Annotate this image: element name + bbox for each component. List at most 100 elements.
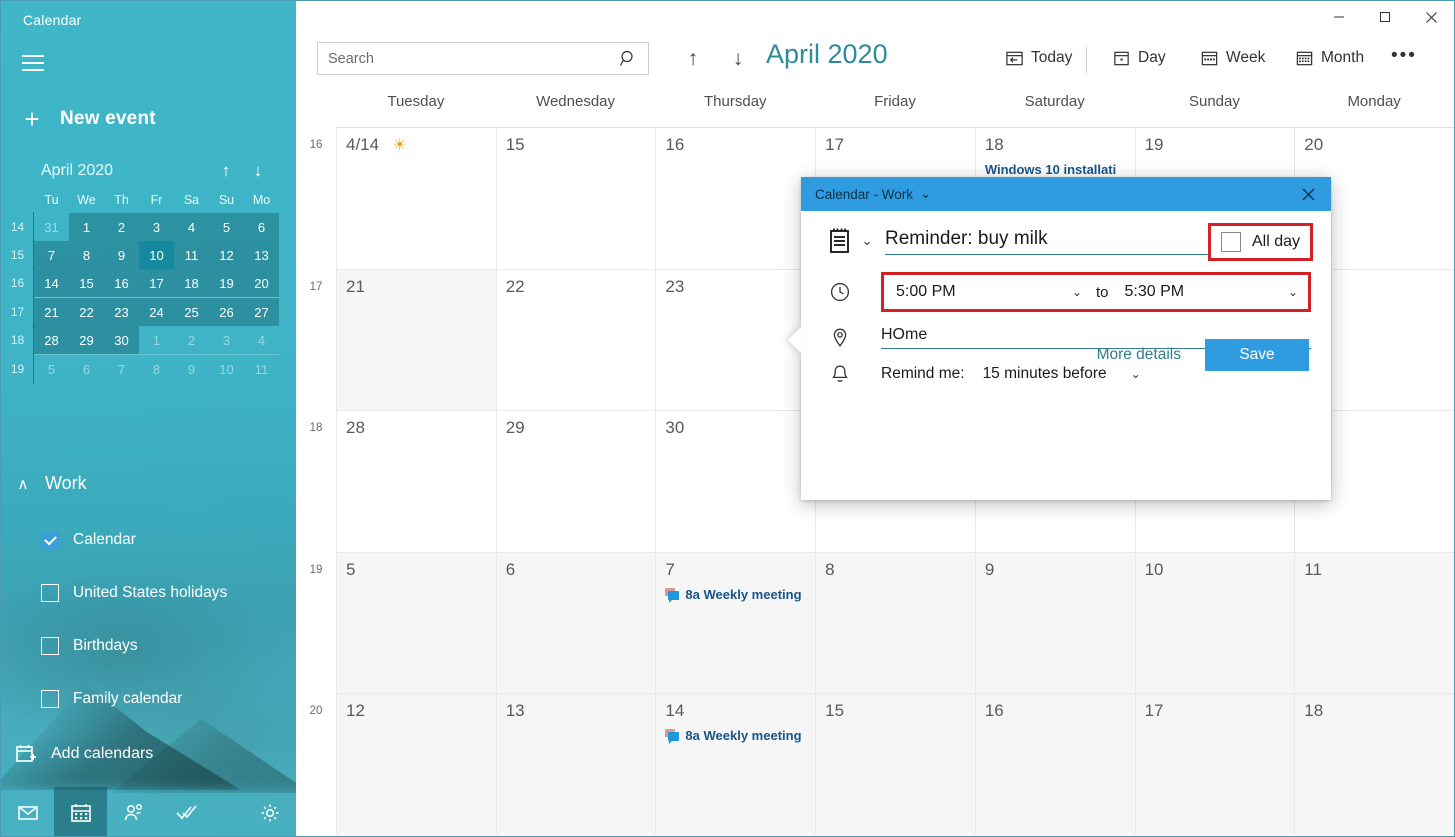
mini-calendar-day[interactable]: 6 (244, 213, 279, 241)
calendar-day-cell[interactable]: 15 (496, 127, 656, 269)
mini-calendar-day[interactable]: 1 (139, 326, 174, 354)
mini-calendar-day[interactable]: 10 (139, 241, 174, 269)
people-icon[interactable] (107, 787, 160, 837)
calendar-day-cell[interactable]: 17 (1135, 693, 1295, 835)
hamburger-menu-icon[interactable] (16, 47, 50, 79)
mini-calendar-day[interactable]: 9 (174, 355, 209, 383)
mini-calendar-next-icon[interactable]: ↓ (242, 161, 274, 181)
mini-calendar-day[interactable]: 2 (174, 326, 209, 354)
mini-calendar-day[interactable]: 15 (69, 269, 104, 297)
calendar-day-cell[interactable]: 16 (975, 693, 1135, 835)
search-box[interactable] (317, 42, 649, 75)
calendar-checkbox[interactable] (41, 584, 59, 602)
calendar-checkbox[interactable] (41, 531, 59, 549)
calendar-list-item[interactable]: Calendar (41, 531, 136, 549)
calendar-event[interactable]: Windows 10 installati (985, 162, 1126, 177)
mini-calendar-day[interactable]: 21 (34, 298, 69, 326)
mini-calendar-day[interactable]: 16 (104, 269, 139, 297)
calendar-day-cell[interactable]: 9 (975, 552, 1135, 694)
calendar-day-cell[interactable]: 22 (496, 269, 656, 411)
calendar-day-cell[interactable]: 30 (655, 410, 815, 552)
calendar-day-cell[interactable]: 15 (815, 693, 975, 835)
calendar-event[interactable]: 8a Weekly meeting (665, 587, 806, 602)
calendar-day-cell[interactable]: 29 (496, 410, 656, 552)
new-event-button[interactable]: + New event (14, 102, 164, 136)
mini-calendar-day[interactable]: 14 (34, 269, 69, 297)
close-icon[interactable] (1408, 1, 1454, 33)
mini-calendar-day[interactable]: 7 (104, 355, 139, 383)
calendar-day-cell[interactable]: 5 (336, 552, 496, 694)
calendar-list-item[interactable]: United States holidays (41, 584, 227, 602)
calendar-day-cell[interactable]: 78a Weekly meeting (655, 552, 815, 694)
dialog-close-button[interactable] (1285, 177, 1331, 211)
subject-type-chevron-icon[interactable]: ⌄ (853, 233, 881, 249)
mini-calendar-day[interactable]: 1 (69, 213, 104, 241)
view-month-button[interactable]: Month (1291, 43, 1368, 73)
mini-calendar-day[interactable]: 13 (244, 241, 279, 269)
mini-calendar-title[interactable]: April 2020 (41, 162, 210, 180)
mini-calendar-day[interactable]: 17 (139, 269, 174, 297)
start-time-dropdown[interactable]: 5:00 PM ⌄ (884, 275, 1092, 309)
mini-calendar-day[interactable]: 19 (209, 269, 244, 297)
mail-icon[interactable] (1, 787, 54, 837)
calendar-day-cell[interactable]: 16 (655, 127, 815, 269)
mini-calendar-day[interactable]: 4 (244, 326, 279, 354)
calendar-day-cell[interactable]: 4/14☀ (336, 127, 496, 269)
settings-icon[interactable] (243, 787, 296, 837)
calendar-day-cell[interactable]: 8 (815, 552, 975, 694)
mini-calendar-day[interactable]: 9 (104, 241, 139, 269)
mini-calendar-day[interactable]: 31 (34, 213, 69, 241)
maximize-icon[interactable] (1362, 1, 1408, 33)
more-details-link[interactable]: More details (1097, 346, 1181, 364)
search-input[interactable] (328, 51, 619, 67)
mini-calendar-day[interactable]: 6 (69, 355, 104, 383)
calendar-checkbox[interactable] (41, 637, 59, 655)
calendar-day-cell[interactable]: 13 (496, 693, 656, 835)
mini-calendar-day[interactable]: 18 (174, 269, 209, 297)
mini-calendar-day[interactable]: 11 (174, 241, 209, 269)
mini-calendar-day[interactable]: 3 (209, 326, 244, 354)
view-week-button[interactable]: Week (1196, 43, 1269, 73)
calendar-day-cell[interactable]: 12 (336, 693, 496, 835)
end-time-dropdown[interactable]: 5:30 PM ⌄ (1113, 275, 1308, 309)
mini-calendar-day[interactable]: 3 (139, 213, 174, 241)
mini-calendar-day[interactable]: 10 (209, 355, 244, 383)
todo-icon[interactable] (160, 787, 213, 837)
calendar-group-work[interactable]: ∧ Work (15, 473, 87, 494)
dialog-calendar-selector[interactable]: Calendar - Work ⌄ (815, 186, 931, 202)
minimize-icon[interactable] (1316, 1, 1362, 33)
mini-calendar-day[interactable]: 25 (174, 298, 209, 326)
search-icon[interactable] (619, 49, 638, 68)
calendar-day-cell[interactable]: 11 (1294, 552, 1454, 694)
mini-calendar-day[interactable]: 28 (34, 326, 69, 354)
overflow-menu-icon[interactable]: ••• (1391, 45, 1417, 67)
calendar-checkbox[interactable] (41, 690, 59, 708)
calendar-day-cell[interactable]: 148a Weekly meeting (655, 693, 815, 835)
mini-calendar-day[interactable]: 8 (139, 355, 174, 383)
calendar-list-item[interactable]: Family calendar (41, 690, 182, 708)
mini-calendar-day[interactable]: 5 (34, 355, 69, 383)
mini-calendar-day[interactable]: 24 (139, 298, 174, 326)
mini-calendar-day[interactable]: 26 (209, 298, 244, 326)
today-button[interactable]: Today (1001, 43, 1076, 73)
calendar-icon[interactable] (54, 787, 107, 837)
save-button[interactable]: Save (1205, 339, 1309, 371)
mini-calendar-day[interactable]: 20 (244, 269, 279, 297)
next-month-button[interactable]: ↓ (721, 44, 755, 74)
mini-calendar-prev-icon[interactable]: ↑ (210, 161, 242, 181)
calendar-day-cell[interactable]: 21 (336, 269, 496, 411)
add-calendars-button[interactable]: Add calendars (15, 743, 153, 765)
all-day-checkbox[interactable] (1221, 232, 1241, 252)
calendar-event[interactable]: 8a Weekly meeting (665, 728, 806, 743)
mini-calendar-day[interactable]: 2 (104, 213, 139, 241)
calendar-list-item[interactable]: Birthdays (41, 637, 138, 655)
calendar-day-cell[interactable]: 28 (336, 410, 496, 552)
calendar-day-cell[interactable]: 18 (1294, 693, 1454, 835)
mini-calendar-day[interactable]: 29 (69, 326, 104, 354)
mini-calendar-day[interactable]: 11 (244, 355, 279, 383)
mini-calendar-day[interactable]: 5 (209, 213, 244, 241)
view-day-button[interactable]: Day (1108, 43, 1170, 73)
mini-calendar-day[interactable]: 4 (174, 213, 209, 241)
mini-calendar-day[interactable]: 30 (104, 326, 139, 354)
prev-month-button[interactable]: ↑ (676, 44, 710, 74)
